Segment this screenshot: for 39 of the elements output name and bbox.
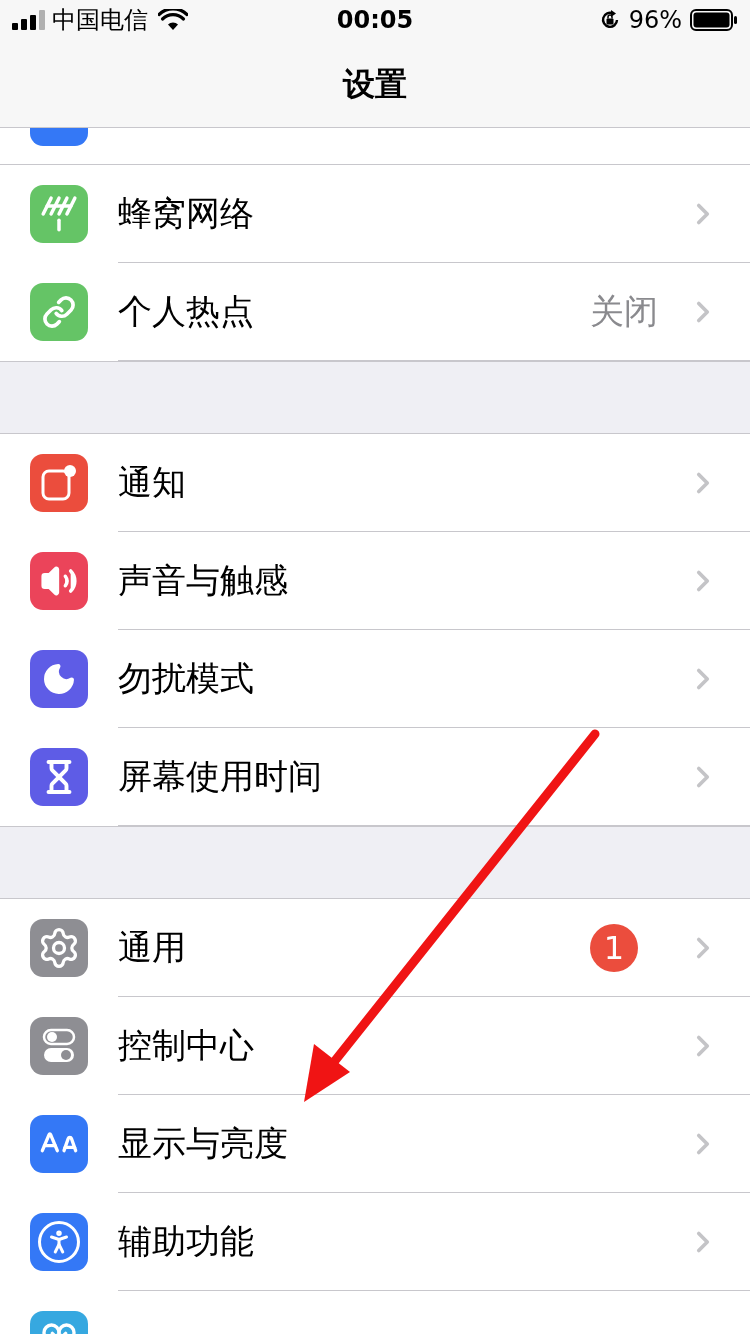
wifi-icon (158, 9, 188, 31)
row-label: 声音与触感 (118, 559, 289, 602)
accessibility-icon (30, 1213, 88, 1271)
settings-row[interactable]: 个人热点 关闭 (0, 263, 750, 361)
row-label: 控制中心 (118, 1024, 255, 1067)
settings-row[interactable]: 通知 (0, 434, 750, 532)
settings-row[interactable]: 屏幕使用时间 (0, 728, 750, 826)
settings-row[interactable]: 辅助功能 (0, 1193, 750, 1291)
settings-row[interactable]: 显示与亮度 (0, 1095, 750, 1193)
notification-badge: 1 (590, 923, 638, 972)
battery-icon (690, 9, 738, 31)
signal-icon (12, 10, 46, 30)
text-size-icon (30, 1115, 88, 1173)
nav-title: 设置 (343, 63, 407, 105)
settings-row[interactable]: 通用 1 (0, 899, 750, 997)
speaker-icon (30, 552, 88, 610)
notification-icon (30, 454, 88, 512)
clock-time: 00:05 (336, 5, 414, 36)
row-label: 个人热点 (118, 290, 255, 333)
settings-row[interactable]: 勿扰模式 (0, 630, 750, 728)
battery-percentage: 96% (628, 5, 682, 36)
row-label: 通用 (118, 926, 187, 969)
row-label: 通知 (118, 461, 187, 504)
carrier-name: 中国电信 (52, 5, 148, 36)
row-label: 显示与亮度 (118, 1122, 289, 1165)
settings-icon (30, 919, 88, 977)
link-icon (30, 283, 88, 341)
row-label: 蜂窝网络 (118, 192, 255, 235)
row-value: 关闭 (590, 290, 658, 333)
moon-icon (30, 650, 88, 708)
settings-row[interactable]: 控制中心 (0, 997, 750, 1095)
row-label: 勿扰模式 (118, 657, 255, 700)
row-label: 屏幕使用时间 (118, 755, 323, 798)
row-label: 辅助功能 (118, 1220, 255, 1263)
toggles-icon (30, 1017, 88, 1075)
antenna-icon (30, 185, 88, 243)
settings-row[interactable]: 蜂窝网络 (0, 165, 750, 263)
hourglass-icon (30, 748, 88, 806)
settings-row[interactable]: 声音与触感 (0, 532, 750, 630)
